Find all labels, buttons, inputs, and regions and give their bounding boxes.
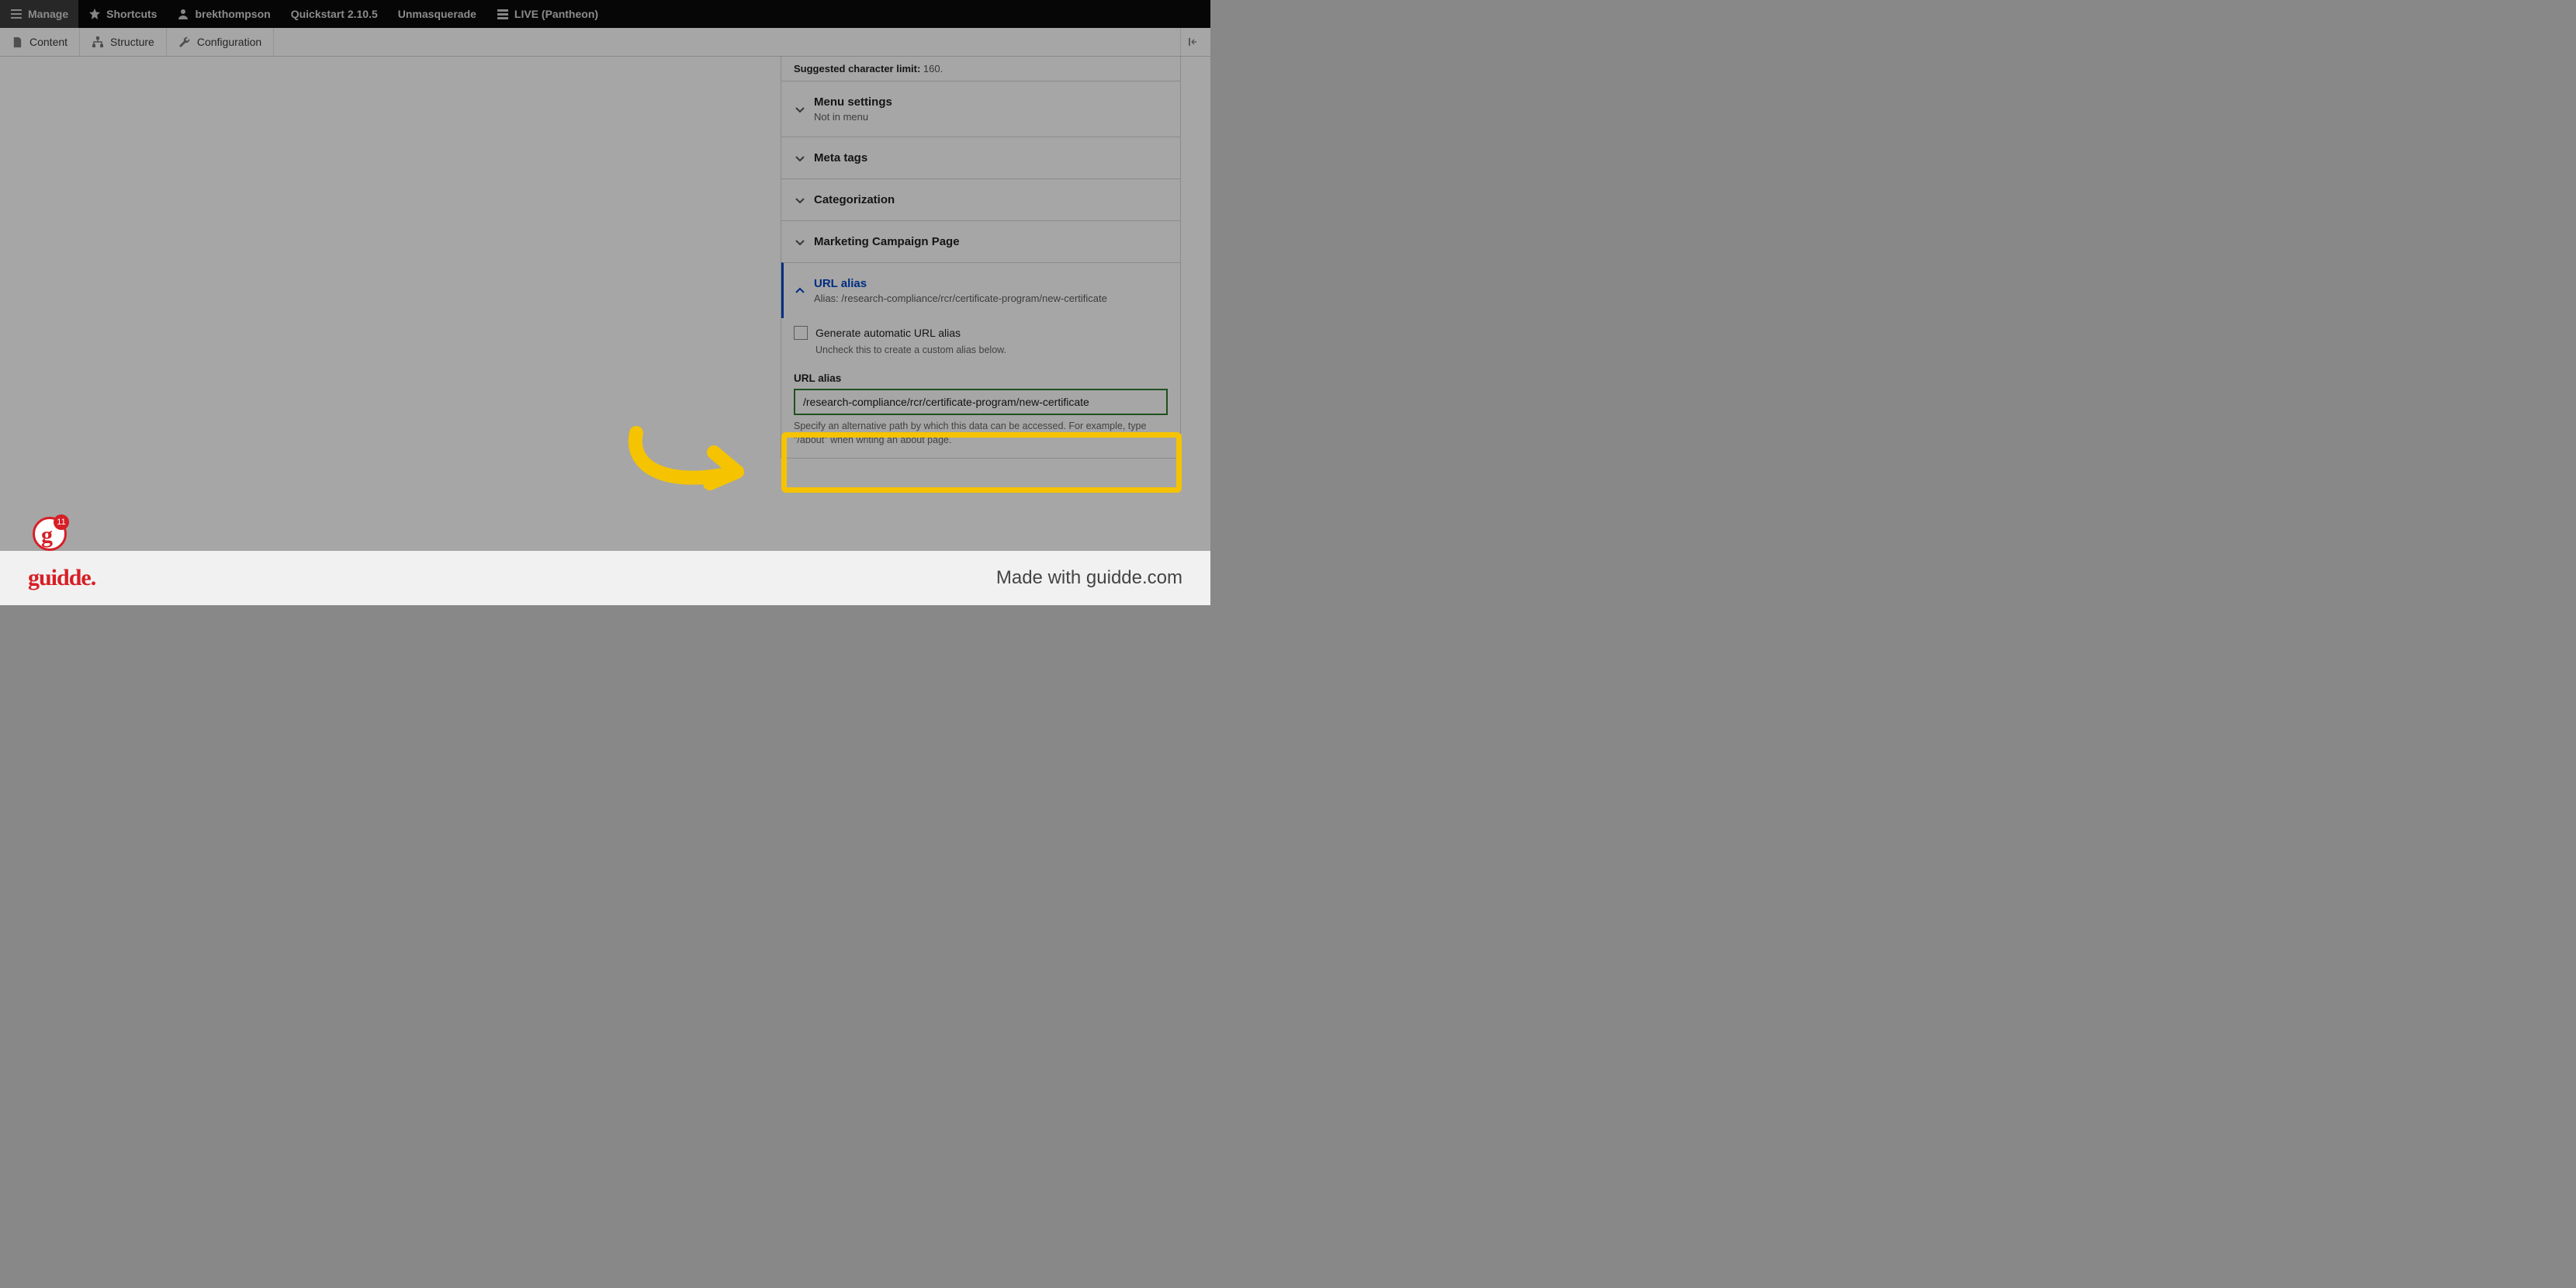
- section-marketing[interactable]: Marketing Campaign Page: [781, 220, 1180, 262]
- quickstart-link[interactable]: Quickstart 2.10.5: [281, 0, 388, 28]
- categorization-title: Categorization: [814, 193, 895, 206]
- section-menu-settings[interactable]: Menu settings Not in menu: [781, 81, 1180, 137]
- chevron-up-icon: [794, 285, 806, 297]
- manage-menu[interactable]: Manage: [0, 0, 78, 28]
- unmasquerade-link[interactable]: Unmasquerade: [388, 0, 486, 28]
- suggested-limit: Suggested character limit: 160.: [781, 57, 1180, 81]
- toggle-icon: [1189, 36, 1203, 48]
- content-label: Content: [29, 36, 68, 48]
- unmasquerade-label: Unmasquerade: [398, 8, 476, 20]
- shortcuts-menu[interactable]: Shortcuts: [78, 0, 167, 28]
- main-content: Suggested character limit: 160. Menu set…: [0, 57, 1210, 551]
- generate-alias-label: Generate automatic URL alias: [815, 327, 961, 339]
- user-icon: [177, 8, 189, 20]
- url-alias-field-help: Specify an alternative path by which thi…: [794, 420, 1168, 447]
- configuration-link[interactable]: Configuration: [167, 28, 274, 56]
- url-alias-input[interactable]: [794, 389, 1168, 415]
- section-url-alias[interactable]: URL alias Alias: /research-compliance/rc…: [781, 262, 1180, 318]
- manage-label: Manage: [28, 8, 68, 20]
- notification-badge[interactable]: g 11: [33, 517, 67, 551]
- generate-alias-row: Generate automatic URL alias: [794, 326, 1168, 340]
- shortcuts-label: Shortcuts: [106, 8, 157, 20]
- notif-glyph: g: [41, 522, 53, 549]
- sitemap-icon: [92, 36, 104, 48]
- structure-link[interactable]: Structure: [80, 28, 167, 56]
- quickstart-label: Quickstart 2.10.5: [291, 8, 378, 20]
- menu-settings-sub: Not in menu: [814, 111, 892, 123]
- url-alias-body: Generate automatic URL alias Uncheck thi…: [781, 318, 1180, 458]
- url-alias-sub: Alias: /research-compliance/rcr/certific…: [814, 293, 1107, 304]
- settings-sidebar: Suggested character limit: 160. Menu set…: [781, 57, 1181, 459]
- generate-alias-help: Uncheck this to create a custom alias be…: [815, 345, 1168, 355]
- structure-label: Structure: [110, 36, 154, 48]
- configuration-label: Configuration: [197, 36, 261, 48]
- star-icon: [88, 8, 101, 20]
- generate-alias-checkbox[interactable]: [794, 326, 808, 340]
- server-icon: [497, 8, 509, 20]
- content-link[interactable]: Content: [0, 28, 80, 56]
- environment-link[interactable]: LIVE (Pantheon): [486, 0, 608, 28]
- page-icon: [12, 36, 23, 48]
- chevron-down-icon: [794, 236, 806, 248]
- meta-tags-title: Meta tags: [814, 151, 867, 164]
- toggle-orientation[interactable]: [1180, 28, 1210, 56]
- environment-label: LIVE (Pantheon): [514, 8, 598, 20]
- chevron-down-icon: [794, 152, 806, 164]
- marketing-title: Marketing Campaign Page: [814, 235, 960, 248]
- url-alias-field-label: URL alias: [794, 372, 1168, 384]
- guidde-logo: guidde.: [28, 565, 95, 591]
- admin-topbar: Manage Shortcuts brekthompson Quickstart…: [0, 0, 1210, 28]
- chevron-down-icon: [794, 194, 806, 206]
- admin-secondbar: Content Structure Configuration: [0, 28, 1210, 57]
- made-with: Made with guidde.com: [996, 567, 1182, 589]
- url-alias-title: URL alias: [814, 277, 1107, 290]
- suggested-label: Suggested character limit:: [794, 63, 920, 74]
- notif-count: 11: [54, 514, 69, 530]
- hamburger-icon: [10, 8, 23, 20]
- menu-settings-title: Menu settings: [814, 95, 892, 109]
- wrench-icon: [178, 36, 191, 48]
- footer: guidde. Made with guidde.com: [0, 551, 1210, 605]
- section-categorization[interactable]: Categorization: [781, 178, 1180, 220]
- section-meta-tags[interactable]: Meta tags: [781, 137, 1180, 178]
- user-label: brekthompson: [195, 8, 270, 20]
- suggested-value: 160.: [920, 63, 943, 74]
- chevron-down-icon: [794, 103, 806, 116]
- user-menu[interactable]: brekthompson: [167, 0, 280, 28]
